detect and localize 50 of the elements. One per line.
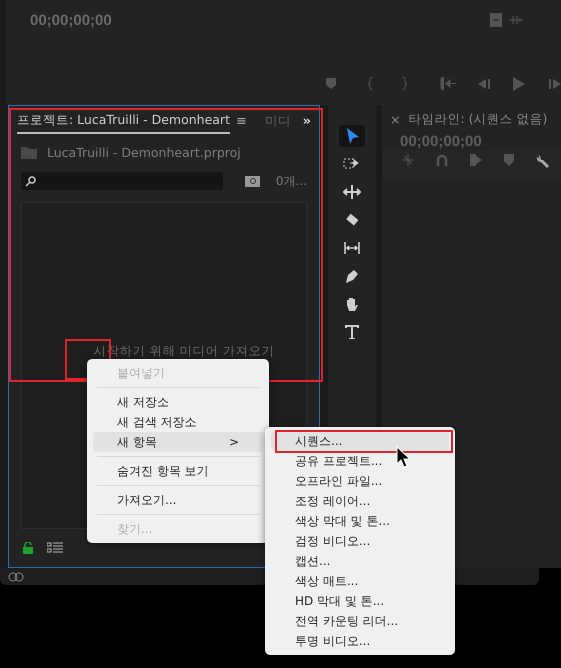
menu-item[interactable]: 오프라인 파일... bbox=[271, 471, 449, 491]
lock-icon[interactable] bbox=[23, 542, 33, 554]
project-tab[interactable]: 프로젝트: LucaTruilli - Demonheart bbox=[17, 108, 230, 134]
search-field[interactable] bbox=[21, 172, 223, 190]
menu-item[interactable]: 조정 레이어... bbox=[271, 491, 449, 511]
menu-item[interactable]: 숨겨진 항목 보기 bbox=[93, 461, 263, 481]
menu-item[interactable]: 검정 비디오... bbox=[271, 531, 449, 551]
project-file-name: LucaTruilli - Demonheart.prproj bbox=[47, 144, 241, 160]
timecode: 00;00;00;00 bbox=[30, 12, 112, 29]
linked-selection-icon[interactable] bbox=[470, 154, 482, 166]
step-forward-icon[interactable] bbox=[549, 79, 561, 89]
menu-item[interactable]: 전역 카운팅 리더... bbox=[271, 611, 449, 631]
mark-in-icon[interactable] bbox=[368, 77, 374, 90]
folder-icon bbox=[21, 146, 37, 158]
timeline-tab[interactable]: 타임라인: (시퀀스 없음) bbox=[408, 110, 548, 128]
menu-item[interactable]: 색상 막대 및 톤... bbox=[271, 511, 449, 531]
menu-item[interactable]: 새 검색 저장소 bbox=[93, 412, 263, 432]
menu-item[interactable]: 캡션... bbox=[271, 551, 449, 571]
menu-item[interactable]: 가져오기... bbox=[93, 490, 263, 510]
menu-item[interactable]: 투명 비디오... bbox=[271, 631, 449, 651]
creative-cloud-icon[interactable] bbox=[8, 570, 24, 582]
menu-item[interactable]: 새 항목 > bbox=[93, 432, 263, 452]
close-icon[interactable]: × bbox=[390, 112, 400, 126]
wrench-icon[interactable] bbox=[536, 154, 550, 168]
film-icon[interactable] bbox=[490, 13, 502, 27]
menu-item[interactable]: 색상 매트... bbox=[271, 571, 449, 591]
go-to-in-icon[interactable] bbox=[440, 77, 456, 90]
select-tool[interactable] bbox=[339, 125, 365, 147]
overflow-icon[interactable]: » bbox=[302, 114, 311, 128]
mark-out-icon[interactable] bbox=[401, 77, 407, 90]
menu-item[interactable]: 시퀀스... bbox=[271, 431, 449, 451]
menu-item[interactable]: 새 저장소 bbox=[93, 392, 263, 412]
text-tool-icon bbox=[342, 322, 362, 342]
marker-icon[interactable] bbox=[326, 78, 336, 89]
marker-icon[interactable] bbox=[504, 154, 514, 166]
magnet-icon[interactable] bbox=[436, 154, 448, 166]
waveform-icon[interactable] bbox=[509, 15, 523, 25]
folder-search-icon[interactable] bbox=[245, 175, 260, 187]
play-icon[interactable] bbox=[513, 77, 525, 91]
timecode: 00;00;00;00 bbox=[399, 133, 483, 150]
split-arrows-icon bbox=[342, 182, 362, 202]
list-view-icon[interactable] bbox=[47, 542, 63, 554]
snap-icon[interactable] bbox=[402, 154, 414, 166]
step-back-icon[interactable] bbox=[478, 79, 490, 89]
mouse-pointer-icon bbox=[396, 446, 412, 468]
item-count: 0개... bbox=[276, 172, 307, 190]
panel-menu-icon[interactable]: ≡ bbox=[236, 114, 247, 128]
menu-item[interactable]: HD 막대 및 톤... bbox=[271, 591, 449, 611]
menu-item[interactable]: 공유 프로젝트... bbox=[271, 451, 449, 471]
search-icon bbox=[25, 176, 36, 186]
